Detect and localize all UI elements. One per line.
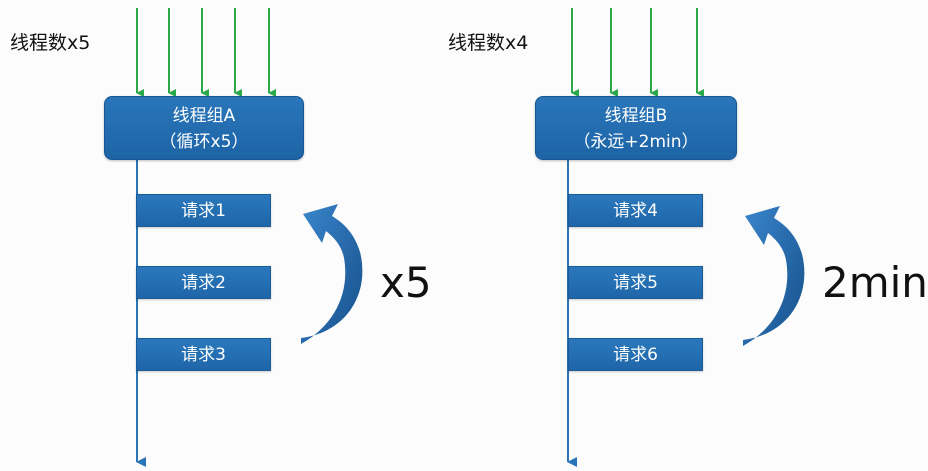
group-b-subtitle: （永远+2min）: [573, 132, 699, 152]
request-box: 请求1: [136, 194, 271, 227]
request-box: 请求5: [568, 266, 703, 299]
request-box: 请求4: [568, 194, 703, 227]
request-box: 请求2: [136, 266, 271, 299]
group-a-subtitle: （循环x5）: [159, 132, 249, 152]
request-box: 请求6: [568, 338, 703, 371]
group-b-loop-arrow: [743, 206, 805, 346]
group-a-input-arrows: [136, 8, 276, 97]
group-a-box: 线程组A （循环x5）: [104, 96, 304, 160]
group-a-title: 线程组A: [172, 106, 236, 126]
request-box: 请求3: [136, 338, 271, 371]
group-a-loop-arrow: [301, 204, 363, 344]
group-a-loop-label: x5: [380, 258, 432, 307]
group-b-input-arrows: [571, 8, 704, 97]
diagram-graphics: [136, 8, 805, 467]
group-a-thread-count: 线程数x5: [10, 32, 91, 54]
group-b-thread-count: 线程数x4: [448, 32, 529, 54]
group-b-title: 线程组B: [604, 106, 668, 126]
group-b-loop-label: 2min: [822, 258, 928, 307]
diagram-canvas: 线程数x5 线程组A （循环x5） 请求1 请求2 请求3 x5 线程数x4 线…: [0, 0, 928, 471]
group-b-box: 线程组B （永远+2min）: [535, 96, 737, 160]
